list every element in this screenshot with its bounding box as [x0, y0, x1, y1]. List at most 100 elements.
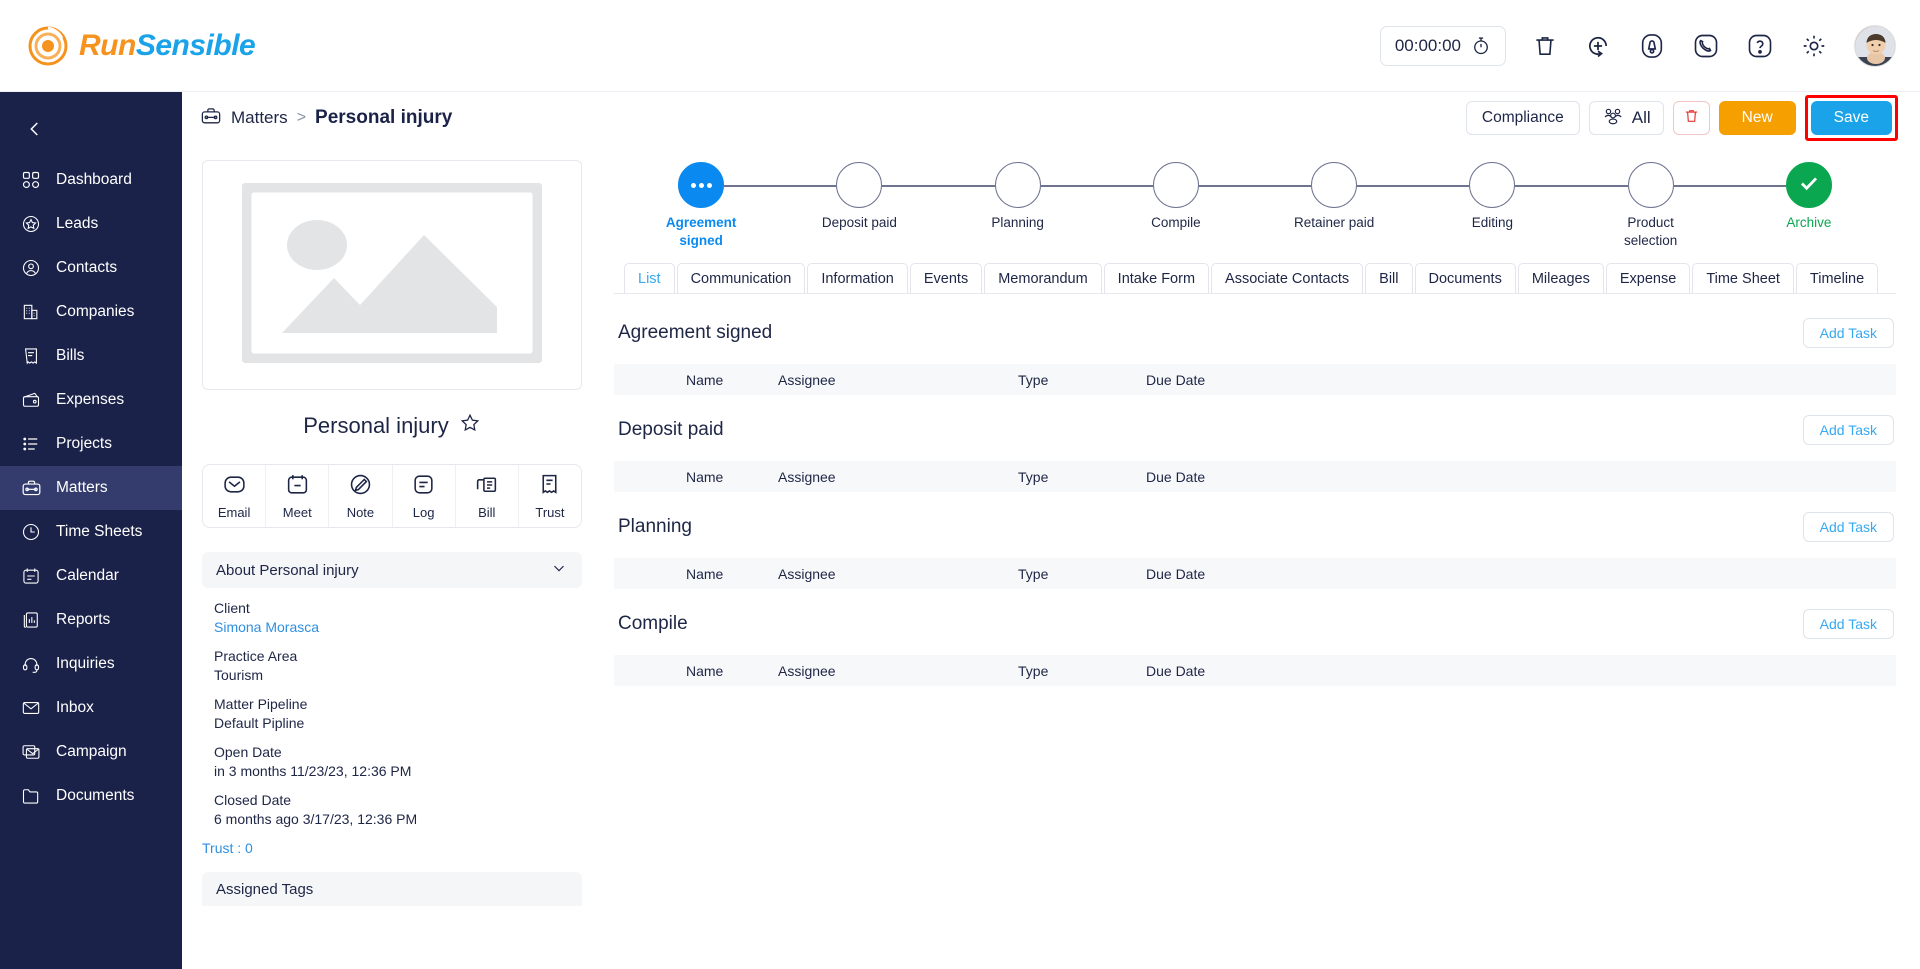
delete-button[interactable]: [1672, 101, 1710, 135]
star-outline-icon[interactable]: [459, 412, 481, 440]
task-table-header: Name Assignee Type Due Date: [614, 558, 1896, 590]
tab-associate-contacts[interactable]: Associate Contacts: [1211, 263, 1364, 294]
new-button[interactable]: New: [1718, 101, 1796, 135]
task-section: Deposit paid Add Task Name Assignee Type Due …: [614, 415, 1896, 493]
quick-action-bill[interactable]: Bill: [456, 465, 519, 527]
add-task-button[interactable]: Add Task: [1802, 609, 1894, 640]
field-label: Client: [214, 600, 250, 616]
pipeline-step-circle[interactable]: [1469, 162, 1516, 208]
pipeline-step-circle[interactable]: [1627, 162, 1674, 208]
chevron-left-icon: [30, 122, 38, 136]
gear-icon[interactable]: [1800, 32, 1828, 60]
pipeline-step-archive[interactable]: Archive: [1729, 162, 1888, 232]
pipeline-step-retainer-paid[interactable]: Retainer paid: [1255, 162, 1414, 232]
compliance-button[interactable]: Compliance: [1465, 101, 1580, 135]
sidebar-item-campaign[interactable]: Campaign: [0, 730, 182, 774]
field-value[interactable]: Simona Morasca: [214, 619, 570, 635]
tab-communication[interactable]: Communication: [676, 263, 806, 294]
sidebar-item-projects[interactable]: Projects: [0, 422, 182, 466]
tab-time-sheet[interactable]: Time Sheet: [1692, 263, 1794, 294]
pipeline-step-circle[interactable]: [678, 162, 725, 208]
tab-information[interactable]: Information: [807, 263, 908, 294]
matter-left-panel: Personal injury Email Meet Note Log Bill Trus…: [182, 144, 602, 969]
chevron-down-icon[interactable]: [550, 559, 568, 581]
save-button[interactable]: Save: [1810, 101, 1892, 135]
add-task-button[interactable]: Add Task: [1802, 512, 1894, 543]
pipeline-step-editing[interactable]: Editing: [1413, 162, 1572, 232]
sidebar-item-time-sheets[interactable]: Time Sheets: [0, 510, 182, 554]
sidebar-item-leads[interactable]: Leads: [0, 202, 182, 246]
sidebar-item-label: Bills: [56, 347, 85, 364]
phone-icon[interactable]: [1692, 32, 1720, 60]
brand-logo-area[interactable]: RunSensible: [28, 26, 256, 66]
pipeline-step-circle[interactable]: [836, 162, 883, 208]
quick-action-note[interactable]: Note: [329, 465, 393, 527]
bell-icon[interactable]: [1638, 32, 1666, 60]
pipeline-step-circle[interactable]: [1311, 162, 1358, 208]
help-icon[interactable]: [1746, 32, 1774, 60]
pipeline-step-deposit-paid[interactable]: Deposit paid: [780, 162, 939, 232]
pipeline-step-circle[interactable]: [1785, 162, 1832, 208]
people-group-icon: [1602, 107, 1624, 130]
add-circle-icon[interactable]: [1584, 32, 1612, 60]
pipeline-step-circle[interactable]: [994, 162, 1041, 208]
pipeline-step-planning[interactable]: Planning: [938, 162, 1097, 232]
breadcrumb-matters-link[interactable]: Matters: [231, 108, 288, 128]
sidebar-item-documents[interactable]: Documents: [0, 774, 182, 818]
sidebar-item-calendar[interactable]: Calendar: [0, 554, 182, 598]
add-task-button[interactable]: Add Task: [1802, 415, 1894, 446]
sidebar-item-bills[interactable]: Bills: [0, 334, 182, 378]
sidebar-collapse-button[interactable]: [0, 100, 182, 158]
report-icon: [20, 609, 42, 631]
sidebar-item-contacts[interactable]: Contacts: [0, 246, 182, 290]
tab-bill[interactable]: Bill: [1365, 263, 1413, 294]
quick-action-label: Meet: [282, 505, 312, 520]
tab-events[interactable]: Events: [909, 263, 983, 294]
pipeline-connector: [1673, 185, 1730, 187]
sidebar-item-inquiries[interactable]: Inquiries: [0, 642, 182, 686]
tab-timeline[interactable]: Timeline: [1795, 263, 1879, 294]
sidebar-item-inbox[interactable]: Inbox: [0, 686, 182, 730]
sidebar-item-companies[interactable]: Companies: [0, 290, 182, 334]
timer-value: 00:00:00: [1394, 35, 1461, 55]
column-header-assignee: Assignee: [778, 468, 836, 485]
sidebar-item-label: Reports: [56, 611, 111, 628]
task-table-header: Name Assignee Type Due Date: [614, 364, 1896, 396]
task-sections: Agreement signed Add Task Name Assignee Type…: [614, 294, 1896, 969]
sidebar-item-dashboard[interactable]: Dashboard: [0, 158, 182, 202]
tab-memorandum[interactable]: Memorandum: [984, 263, 1102, 294]
avatar[interactable]: [1854, 24, 1896, 67]
add-task-button[interactable]: Add Task: [1802, 318, 1894, 349]
sidebar-item-matters[interactable]: Matters: [0, 466, 182, 510]
quick-action-trust[interactable]: Trust: [519, 465, 581, 527]
timer-widget[interactable]: 00:00:00: [1379, 25, 1506, 66]
column-header-type: Type: [1018, 371, 1049, 388]
matter-photo[interactable]: [202, 160, 582, 390]
quick-action-log[interactable]: Log: [393, 465, 456, 527]
all-filter-button[interactable]: All: [1588, 101, 1664, 135]
top-bar: RunSensible 00:00:00: [0, 0, 1920, 92]
quick-action-email[interactable]: Email: [203, 465, 267, 527]
tab-list[interactable]: List: [624, 263, 675, 294]
pipeline-step-agreement-signed[interactable]: Agreement signed: [622, 162, 781, 249]
trust-value[interactable]: 0: [245, 840, 253, 856]
tab-intake-form[interactable]: Intake Form: [1103, 263, 1210, 294]
pipeline-step-label: Product selection: [1623, 215, 1678, 248]
stopwatch-icon[interactable]: [1471, 36, 1491, 56]
trash-icon[interactable]: [1532, 33, 1558, 59]
tab-mileages[interactable]: Mileages: [1517, 263, 1604, 294]
all-filter-label: All: [1631, 108, 1651, 127]
pipeline-step-label: Archive: [1786, 215, 1832, 230]
pipeline-step-compile[interactable]: Compile: [1096, 162, 1255, 232]
tab-documents[interactable]: Documents: [1414, 263, 1516, 294]
about-section-header[interactable]: About Personal injury: [202, 552, 582, 588]
sidebar-item-expenses[interactable]: Expenses: [0, 378, 182, 422]
assigned-tags-header[interactable]: Assigned Tags: [202, 872, 582, 906]
tab-expense[interactable]: Expense: [1605, 263, 1691, 294]
briefcase-icon: [20, 477, 42, 499]
pipeline-step-product-selection[interactable]: Product selection: [1571, 162, 1730, 249]
quick-action-meet[interactable]: Meet: [266, 465, 330, 527]
sidebar-item-label: Leads: [56, 215, 99, 232]
pipeline-step-circle[interactable]: [1152, 162, 1199, 208]
sidebar-item-reports[interactable]: Reports: [0, 598, 182, 642]
